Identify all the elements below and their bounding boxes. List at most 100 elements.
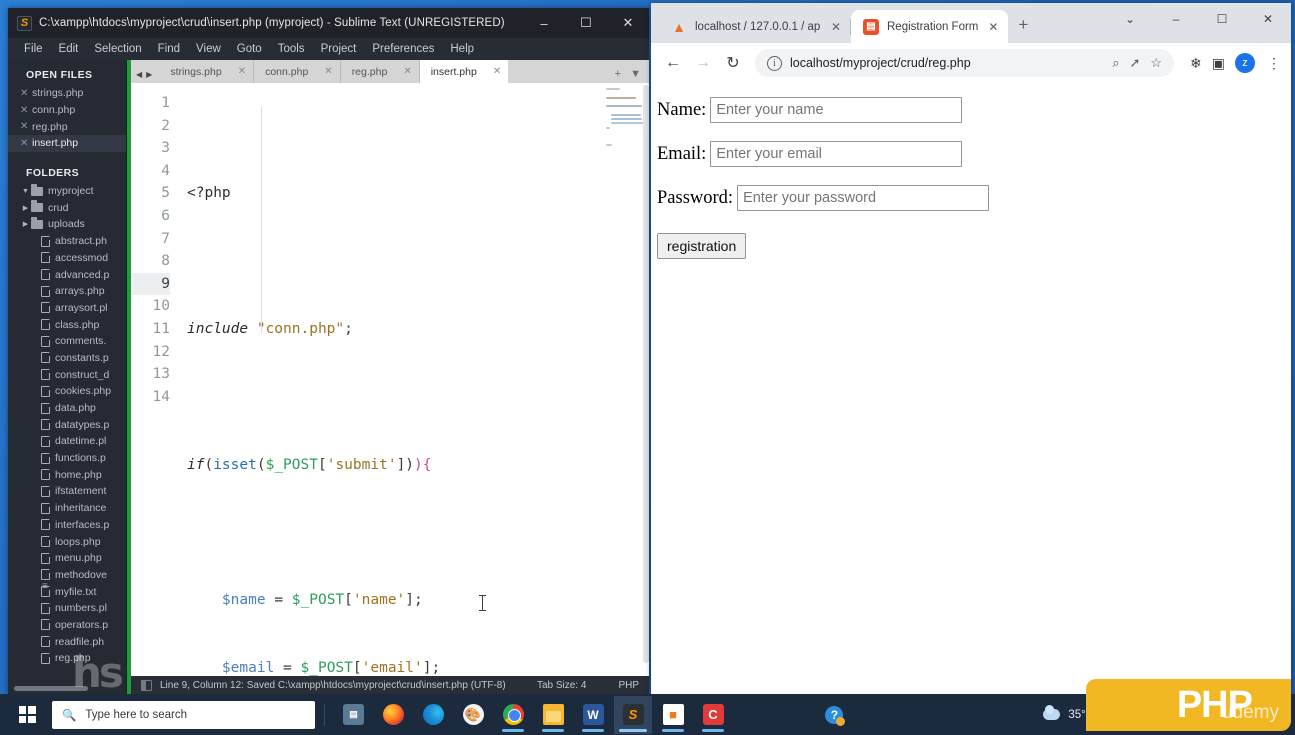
open-file-conn[interactable]: ✕ conn.php bbox=[8, 102, 126, 119]
sidepanel-icon[interactable]: ▣ bbox=[1212, 55, 1225, 72]
menu-edit[interactable]: Edit bbox=[52, 41, 86, 57]
chrome-menu-icon[interactable]: ⋮ bbox=[1265, 55, 1283, 72]
file-item[interactable]: construct_d bbox=[8, 366, 126, 383]
star-icon[interactable]: ☆ bbox=[1150, 55, 1162, 71]
menu-goto[interactable]: Goto bbox=[230, 41, 269, 57]
folder-crud[interactable]: ▶ crud bbox=[8, 199, 126, 216]
tab-close-icon[interactable]: ✕ bbox=[986, 20, 1000, 34]
tab-close-icon[interactable]: ✕ bbox=[829, 20, 843, 34]
file-item[interactable]: arraysort.pl bbox=[8, 300, 126, 317]
taskbar-app-cprogram[interactable]: C bbox=[694, 696, 732, 734]
file-item[interactable]: menu.php bbox=[8, 550, 126, 567]
tab-dropdown-icon[interactable]: ▼ bbox=[630, 68, 641, 80]
avatar[interactable]: z bbox=[1235, 53, 1255, 73]
close-icon[interactable]: ✕ bbox=[20, 121, 32, 132]
tab-scroll-controls[interactable]: ◀ ▶ bbox=[131, 70, 159, 83]
close-button[interactable]: ✕ bbox=[1245, 3, 1291, 35]
close-icon[interactable]: ✕ bbox=[20, 138, 32, 149]
browser-tab-phpmyadmin[interactable]: ▲ localhost / 127.0.0.1 / appdb / re ✕ bbox=[659, 10, 851, 43]
taskbar-app-word[interactable]: W bbox=[574, 696, 612, 734]
tab-reg-php[interactable]: reg.php ✕ bbox=[340, 60, 420, 83]
open-file-reg[interactable]: ✕ reg.php bbox=[8, 118, 126, 135]
extensions-icon[interactable]: ❄ bbox=[1190, 55, 1202, 72]
menu-preferences[interactable]: Preferences bbox=[365, 41, 441, 57]
minimap-scrollbar[interactable] bbox=[643, 85, 649, 663]
minimize-button[interactable]: – bbox=[1153, 3, 1199, 35]
file-item[interactable]: accessmod bbox=[8, 250, 126, 267]
help-icon[interactable]: ? bbox=[825, 705, 846, 726]
close-icon[interactable]: ✕ bbox=[20, 105, 32, 116]
folder-uploads[interactable]: ▶ uploads bbox=[8, 216, 126, 233]
new-tab-icon[interactable]: + bbox=[615, 68, 621, 80]
registration-submit-button[interactable]: registration bbox=[657, 233, 747, 259]
tab-conn-php[interactable]: conn.php ✕ bbox=[254, 60, 341, 83]
folder-root-myproject[interactable]: ▼ myproject bbox=[8, 183, 126, 200]
file-item[interactable]: arrays.php bbox=[8, 283, 126, 300]
file-item[interactable]: comments. bbox=[8, 333, 126, 350]
file-item[interactable]: datatypes.p bbox=[8, 416, 126, 433]
tab-next-icon[interactable]: ▶ bbox=[146, 70, 152, 79]
file-item[interactable]: constants.p bbox=[8, 350, 126, 367]
tab-close-icon[interactable]: ✕ bbox=[238, 66, 246, 77]
chevron-right-icon[interactable]: ▶ bbox=[20, 204, 31, 212]
maximize-button[interactable]: ☐ bbox=[565, 8, 607, 38]
syntax-label[interactable]: PHP bbox=[618, 680, 639, 691]
reload-button[interactable]: ↻ bbox=[719, 49, 747, 77]
file-item[interactable]: loops.php bbox=[8, 533, 126, 550]
site-info-icon[interactable]: i bbox=[767, 55, 782, 71]
tab-prev-icon[interactable]: ◀ bbox=[136, 70, 142, 79]
back-button[interactable]: ← bbox=[659, 49, 687, 77]
minimize-button[interactable]: – bbox=[523, 8, 565, 38]
file-item[interactable]: class.php bbox=[8, 316, 126, 333]
tab-strings-php[interactable]: strings.php ✕ bbox=[159, 60, 255, 83]
file-item-txt[interactable]: myfile.txt bbox=[8, 581, 126, 600]
open-file-insert[interactable]: ✕ insert.php bbox=[8, 135, 126, 152]
tab-insert-php[interactable]: insert.php ✕ bbox=[419, 60, 509, 83]
file-item[interactable]: advanced.p bbox=[8, 266, 126, 283]
file-item[interactable]: ifstatement bbox=[8, 483, 126, 500]
close-icon[interactable]: ✕ bbox=[20, 88, 32, 99]
file-item[interactable]: home.php bbox=[8, 466, 126, 483]
share-icon[interactable]: ➚ bbox=[1129, 55, 1140, 71]
new-tab-button[interactable]: + bbox=[1008, 15, 1038, 43]
code-editor-area[interactable]: 1 2 3 4 5 6 7 8 9 10 11 12 13 14 <?php i… bbox=[131, 83, 649, 676]
menu-project[interactable]: Project bbox=[314, 41, 364, 57]
chevron-right-icon[interactable]: ▶ bbox=[20, 220, 31, 228]
open-file-strings[interactable]: ✕ strings.php bbox=[8, 85, 126, 102]
file-item[interactable]: methodove bbox=[8, 567, 126, 584]
chevron-down-icon[interactable]: ▼ bbox=[20, 188, 31, 195]
file-item[interactable]: cookies.php bbox=[8, 383, 126, 400]
file-item[interactable]: operators.p bbox=[8, 617, 126, 634]
taskbar-app-calculator[interactable]: ▤ bbox=[334, 696, 372, 734]
menu-view[interactable]: View bbox=[189, 41, 228, 57]
start-button[interactable] bbox=[4, 694, 50, 735]
name-input[interactable] bbox=[710, 97, 963, 123]
taskbar-app-paint[interactable]: 🎨 bbox=[454, 696, 492, 734]
code-minimap[interactable] bbox=[602, 83, 649, 676]
sidebar-toggle-icon[interactable] bbox=[141, 680, 152, 691]
browser-tab-registration-form[interactable]: ▤ Registration Form ✕ bbox=[851, 10, 1009, 43]
email-input[interactable] bbox=[710, 141, 963, 167]
code-text[interactable]: <?php include "conn.php"; if(isset($_POS… bbox=[179, 83, 602, 676]
taskbar-app-sublime[interactable]: S bbox=[614, 695, 652, 734]
file-item[interactable]: abstract.ph bbox=[8, 233, 126, 250]
menu-selection[interactable]: Selection bbox=[87, 41, 148, 57]
file-item[interactable]: functions.p bbox=[8, 450, 126, 467]
taskbar-app-xampp[interactable]: ■ bbox=[654, 696, 692, 734]
file-item[interactable]: numbers.pl bbox=[8, 600, 126, 617]
file-item[interactable]: interfaces.p bbox=[8, 517, 126, 534]
close-button[interactable]: ✕ bbox=[607, 8, 649, 38]
taskbar-app-chrome[interactable] bbox=[494, 696, 532, 734]
forward-button[interactable]: → bbox=[689, 49, 717, 77]
zoom-icon[interactable]: ⌕ bbox=[1112, 55, 1119, 71]
tab-close-icon[interactable]: ✕ bbox=[403, 66, 411, 77]
address-bar[interactable]: i localhost/myproject/crud/reg.php ⌕ ➚ ☆ bbox=[755, 49, 1175, 77]
menu-help[interactable]: Help bbox=[443, 41, 481, 57]
taskbar-search-box[interactable]: 🔍 Type here to search bbox=[52, 700, 315, 729]
tab-search-chevron-icon[interactable]: ⌄ bbox=[1107, 3, 1153, 35]
file-item[interactable]: data.php bbox=[8, 400, 126, 417]
menu-file[interactable]: File bbox=[17, 41, 50, 57]
taskbar-app-edge[interactable] bbox=[414, 696, 452, 734]
menu-find[interactable]: Find bbox=[151, 41, 187, 57]
maximize-button[interactable]: ☐ bbox=[1199, 3, 1245, 35]
